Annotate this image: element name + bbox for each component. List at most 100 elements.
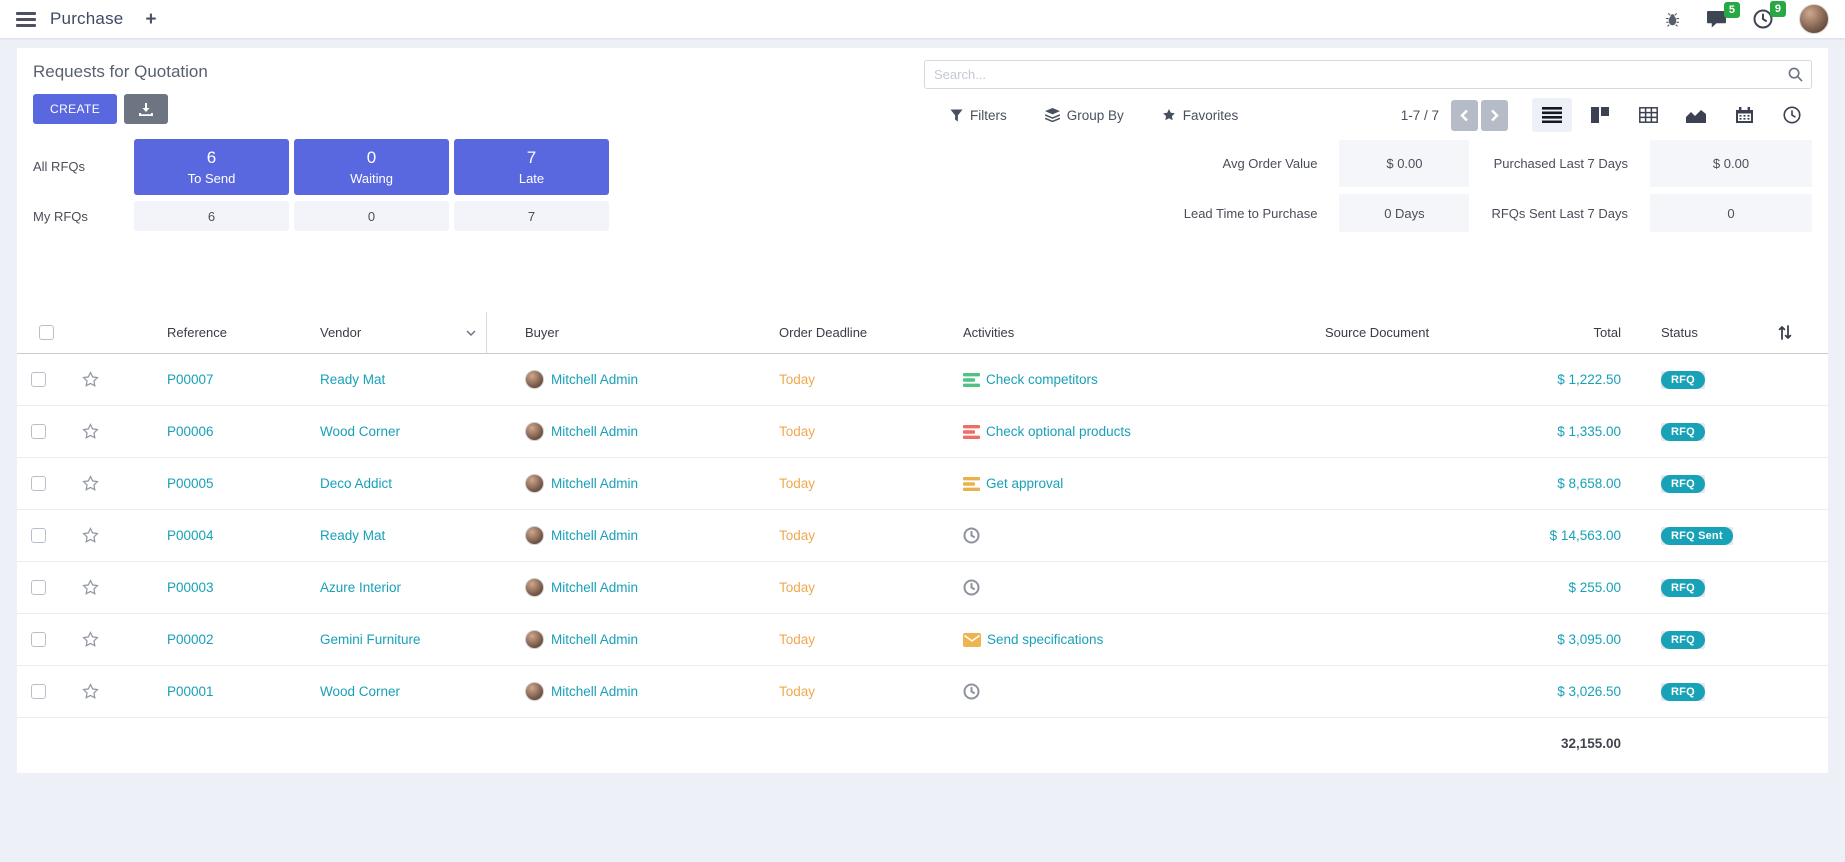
my-rfqs-label[interactable]: My RFQs — [33, 209, 129, 224]
column-header-reference[interactable]: Reference — [117, 325, 282, 340]
search-icon[interactable] — [1788, 67, 1803, 82]
table-row[interactable]: P00006 Wood Corner Mitchell Admin Today … — [17, 406, 1828, 458]
view-switch-list[interactable] — [1532, 98, 1572, 132]
reference-link[interactable]: P00006 — [117, 424, 282, 439]
new-tab-icon[interactable]: + — [145, 10, 156, 29]
group-by-button[interactable]: Group By — [1045, 108, 1124, 123]
total-amount: $ 1,222.50 — [1515, 372, 1647, 387]
envelope-icon[interactable] — [963, 633, 981, 647]
filters-button[interactable]: Filters — [950, 108, 1007, 123]
column-header-total[interactable]: Total — [1515, 325, 1647, 340]
table-row[interactable]: P00003 Azure Interior Mitchell Admin Tod… — [17, 562, 1828, 614]
user-avatar[interactable] — [1799, 4, 1829, 34]
tasks-icon[interactable] — [963, 425, 980, 439]
table-row[interactable]: P00005 Deco Addict Mitchell Admin Today … — [17, 458, 1828, 510]
activity-clock-icon[interactable] — [963, 683, 980, 700]
table-row[interactable]: P00007 Ready Mat Mitchell Admin Today Ch… — [17, 354, 1828, 406]
optional-columns-icon[interactable] — [1778, 325, 1792, 340]
search-input[interactable] — [924, 60, 1812, 89]
column-header-vendor[interactable]: Vendor — [282, 312, 487, 353]
activity-label: Check optional products — [986, 424, 1131, 439]
favorites-button[interactable]: Favorites — [1162, 108, 1239, 123]
row-checkbox[interactable] — [31, 372, 46, 387]
buyer-cell[interactable]: Mitchell Admin — [487, 422, 737, 441]
reference-link[interactable]: P00002 — [117, 632, 282, 647]
buyer-cell[interactable]: Mitchell Admin — [487, 526, 737, 545]
activity-clock-icon[interactable] — [963, 527, 980, 544]
debug-bug-icon[interactable] — [1665, 12, 1680, 27]
row-checkbox[interactable] — [31, 684, 46, 699]
export-button[interactable] — [124, 94, 168, 124]
create-button[interactable]: CREATE — [33, 94, 117, 124]
view-switch-calendar[interactable] — [1724, 98, 1764, 132]
view-switch-graph[interactable] — [1676, 98, 1716, 132]
grand-total: 32,155.00 — [1515, 736, 1647, 751]
table-row[interactable]: P00001 Wood Corner Mitchell Admin Today … — [17, 666, 1828, 718]
vendor-link[interactable]: Ready Mat — [282, 528, 487, 543]
my-waiting-count[interactable]: 0 — [294, 201, 449, 231]
page-title: Requests for Quotation — [33, 62, 924, 82]
table-row[interactable]: P00004 Ready Mat Mitchell Admin Today $ … — [17, 510, 1828, 562]
buyer-cell[interactable]: Mitchell Admin — [487, 474, 737, 493]
reference-link[interactable]: P00003 — [117, 580, 282, 595]
kpi-late[interactable]: 7 Late — [454, 139, 609, 195]
vendor-link[interactable]: Deco Addict — [282, 476, 487, 491]
vendor-link[interactable]: Wood Corner — [282, 684, 487, 699]
buyer-cell[interactable]: Mitchell Admin — [487, 682, 737, 701]
row-checkbox[interactable] — [31, 476, 46, 491]
select-all-checkbox[interactable] — [39, 325, 54, 340]
favorite-star-icon[interactable] — [59, 682, 117, 701]
favorite-star-icon[interactable] — [59, 578, 117, 597]
reference-link[interactable]: P00007 — [117, 372, 282, 387]
column-header-source-document[interactable]: Source Document — [1283, 325, 1515, 340]
my-to-send-count[interactable]: 6 — [134, 201, 289, 231]
row-checkbox[interactable] — [31, 528, 46, 543]
apps-menu-icon[interactable] — [16, 12, 36, 27]
favorite-star-icon[interactable] — [59, 474, 117, 493]
activity-cell[interactable] — [915, 683, 1283, 700]
my-late-count[interactable]: 7 — [454, 201, 609, 231]
activities-clock-icon[interactable]: 9 — [1753, 9, 1773, 29]
favorite-star-icon[interactable] — [59, 370, 117, 389]
pager-previous-button[interactable] — [1451, 100, 1478, 131]
activity-cell[interactable]: Check competitors — [915, 372, 1283, 387]
buyer-cell[interactable]: Mitchell Admin — [487, 578, 737, 597]
view-switch-pivot[interactable] — [1628, 98, 1668, 132]
kpi-waiting[interactable]: 0 Waiting — [294, 139, 449, 195]
column-header-status[interactable]: Status — [1647, 325, 1759, 340]
view-switch-activity[interactable] — [1772, 98, 1812, 132]
kpi-to-send[interactable]: 6 To Send — [134, 139, 289, 195]
reference-link[interactable]: P00005 — [117, 476, 282, 491]
tasks-icon[interactable] — [963, 477, 980, 491]
buyer-cell[interactable]: Mitchell Admin — [487, 370, 737, 389]
activity-cell[interactable] — [915, 527, 1283, 544]
favorite-star-icon[interactable] — [59, 422, 117, 441]
tasks-icon[interactable] — [963, 373, 980, 387]
vendor-link[interactable]: Ready Mat — [282, 372, 487, 387]
column-header-activities[interactable]: Activities — [915, 325, 1283, 340]
activity-cell[interactable]: Send specifications — [915, 632, 1283, 647]
column-header-buyer[interactable]: Buyer — [487, 325, 737, 340]
row-checkbox[interactable] — [31, 580, 46, 595]
pager-next-button[interactable] — [1481, 100, 1508, 131]
reference-link[interactable]: P00004 — [117, 528, 282, 543]
vendor-link[interactable]: Wood Corner — [282, 424, 487, 439]
row-checkbox[interactable] — [31, 424, 46, 439]
all-rfqs-label[interactable]: All RFQs — [33, 159, 129, 174]
favorite-star-icon[interactable] — [59, 630, 117, 649]
activity-cell[interactable] — [915, 579, 1283, 596]
messages-icon[interactable]: 5 — [1706, 10, 1727, 28]
activity-cell[interactable]: Check optional products — [915, 424, 1283, 439]
activity-cell[interactable]: Get approval — [915, 476, 1283, 491]
vendor-link[interactable]: Gemini Furniture — [282, 632, 487, 647]
reference-link[interactable]: P00001 — [117, 684, 282, 699]
favorite-star-icon[interactable] — [59, 526, 117, 545]
row-checkbox[interactable] — [31, 632, 46, 647]
table-row[interactable]: P00002 Gemini Furniture Mitchell Admin T… — [17, 614, 1828, 666]
app-title[interactable]: Purchase — [50, 9, 123, 29]
activity-clock-icon[interactable] — [963, 579, 980, 596]
buyer-cell[interactable]: Mitchell Admin — [487, 630, 737, 649]
view-switch-kanban[interactable] — [1580, 98, 1620, 132]
column-header-order-deadline[interactable]: Order Deadline — [737, 325, 915, 340]
vendor-link[interactable]: Azure Interior — [282, 580, 487, 595]
